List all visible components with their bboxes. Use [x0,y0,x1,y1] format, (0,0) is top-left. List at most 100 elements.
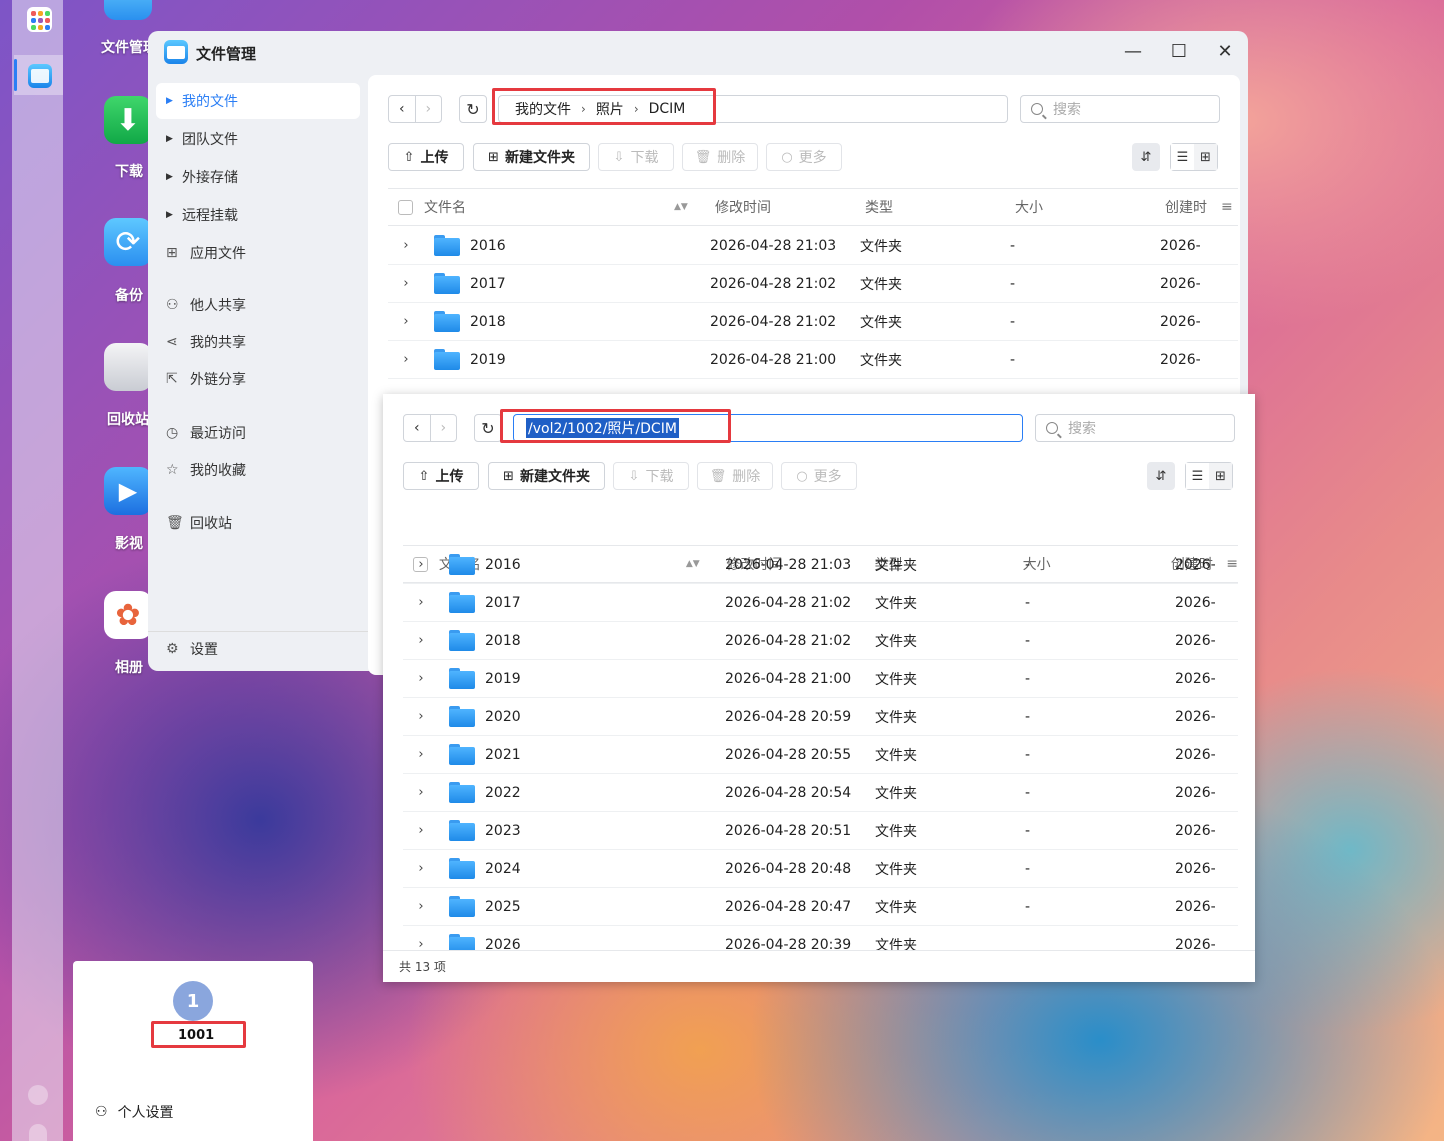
download-button[interactable]: ⇩ 下载 [613,462,689,490]
chevron-right-icon[interactable]: › [415,937,427,950]
avatar[interactable]: 1 [173,981,213,1021]
column-size[interactable]: 大小 [1015,197,1165,217]
notification-bell-icon[interactable] [29,1124,47,1141]
table-row[interactable]: › 2016 2026-04-28 21:03 文件夹 - 2026-( [388,227,1238,265]
sort-button[interactable]: ⇵ [1132,143,1160,171]
dock-widget-icon[interactable] [28,1085,48,1105]
delete-button[interactable]: 🗑 删除 [697,462,773,490]
chevron-right-icon[interactable]: › [415,785,427,800]
sidebar-item-external-storage[interactable]: ▶ 外接存储 [156,159,360,195]
app-launcher-icon[interactable] [27,7,52,32]
chevron-right-icon[interactable]: › [400,276,412,291]
refresh-button[interactable]: ↻ [474,414,502,442]
sidebar-item-recent[interactable]: ◷ 最近访问 [156,415,360,451]
recycle-bin-desktop-icon[interactable] [104,343,152,391]
folder-plus-icon: ⊞ [488,149,499,165]
chevron-right-icon[interactable]: › [415,899,427,914]
cell-type: 文件夹 [875,633,917,650]
chevron-right-icon[interactable]: › [415,633,427,648]
back-button[interactable]: ‹ [389,96,415,122]
sort-arrows-icon[interactable]: ▲▼ [674,202,714,212]
cell-created: 2026-( [1160,313,1200,330]
table-row[interactable]: › 2025 2026-04-28 20:47 文件夹 - 2026-( [403,888,1238,926]
chevron-right-icon[interactable]: › [415,709,427,724]
column-modified[interactable]: 修改时间 [715,197,865,217]
table-row[interactable]: › 2019 2026-04-28 21:00 文件夹 - 2026-( [403,660,1238,698]
chevron-right-icon[interactable]: › [400,352,412,367]
upload-button[interactable]: ⇧ 上传 [403,462,479,490]
search-input[interactable]: 搜索 [1020,95,1220,123]
forward-button[interactable]: › [414,96,442,122]
grid-view-icon[interactable]: ⊞ [1194,144,1217,170]
table-row[interactable]: › 2018 2026-04-28 21:02 文件夹 - 2026-( [388,303,1238,341]
refresh-button[interactable]: ↻ [459,95,487,123]
cell-name: 2017 [470,275,506,292]
cell-size: - [1025,822,1031,839]
back-button[interactable]: ‹ [404,415,430,441]
table-row[interactable]: › 2017 2026-04-28 21:02 文件夹 - 2026-( [403,584,1238,622]
table-row[interactable]: › 2023 2026-04-28 20:51 文件夹 - 2026-( [403,812,1238,850]
table-row[interactable]: › 2019 2026-04-28 21:00 文件夹 - 2026-( [388,341,1238,379]
video-desktop-icon[interactable]: ▶ [104,467,152,515]
sidebar-item-remote-mount[interactable]: ▶ 远程挂载 [156,197,360,233]
column-name[interactable]: 文件名 [424,197,674,217]
column-type[interactable]: 类型 [865,197,1015,217]
maximize-button[interactable]: ☐ [1169,42,1189,62]
search-input[interactable]: 搜索 [1035,414,1235,442]
cell-size: - [1025,784,1031,801]
select-all-checkbox[interactable] [398,199,413,215]
download-desktop-icon[interactable]: ⬇ [104,96,152,144]
folder-icon [449,782,475,803]
chevron-right-icon[interactable]: › [400,238,412,253]
cell-name: 2019 [470,351,506,368]
sidebar-item-recycle-bin[interactable]: 🗑 回收站 [156,505,360,541]
table-row[interactable]: › 2020 2026-04-28 20:59 文件夹 - 2026-( [403,698,1238,736]
table-row[interactable]: › 2018 2026-04-28 21:02 文件夹 - 2026-( [403,622,1238,660]
sidebar-item-team-files[interactable]: ▶ 团队文件 [156,121,360,157]
table-row[interactable]: › 2024 2026-04-28 20:48 文件夹 - 2026-( [403,850,1238,888]
sidebar-item-my-shares[interactable]: ⋖ 我的共享 [156,324,360,360]
sidebar-item-favorites[interactable]: ☆ 我的收藏 [156,452,360,488]
list-view-icon[interactable]: ☰ [1186,463,1209,489]
column-created[interactable]: 创建时 [1165,197,1213,217]
new-folder-button[interactable]: ⊞ 新建文件夹 [473,143,590,171]
download-button[interactable]: ⇩ 下载 [598,143,674,171]
sidebar-settings[interactable]: ⚙ 设置 [156,631,360,667]
table-row[interactable]: › 2022 2026-04-28 20:54 文件夹 - 2026-( [403,774,1238,812]
sidebar-item-app-files[interactable]: ⊞ 应用文件 [156,235,360,271]
trash-icon: 🗑 [694,149,712,165]
new-folder-button[interactable]: ⊞ 新建文件夹 [488,462,605,490]
personal-settings-item[interactable]: ⚇ 个人设置 [95,1102,174,1122]
chevron-right-icon[interactable]: › [415,557,427,572]
table-row[interactable]: › 2026 2026-04-28 20:39 文件夹 2026-( [403,926,1238,950]
file-manager-dock-icon[interactable] [28,64,52,88]
chevron-right-icon[interactable]: › [415,595,427,610]
table-row[interactable]: › 2016 2026-04-28 21:03 文件夹 - 2026-( [403,546,1238,584]
more-button[interactable]: ○ 更多 [766,143,842,171]
list-view-icon[interactable]: ☰ [1171,144,1194,170]
grid-view-icon[interactable]: ⊞ [1209,463,1232,489]
sidebar-item-my-files[interactable]: ▶ 我的文件 [156,83,360,119]
close-button[interactable]: ✕ [1215,42,1235,62]
chevron-right-icon[interactable]: › [400,314,412,329]
cell-type: 文件夹 [875,937,917,951]
delete-button[interactable]: 🗑 删除 [682,143,758,171]
forward-button[interactable]: › [429,415,457,441]
cell-name: 2019 [485,670,521,687]
file-manager-desktop-icon[interactable] [104,0,152,20]
chevron-right-icon[interactable]: › [415,823,427,838]
sidebar-item-link-shares[interactable]: ⇱ 外链分享 [156,361,360,397]
column-settings-icon[interactable]: ≡ [1221,199,1233,215]
upload-button[interactable]: ⇧ 上传 [388,143,464,171]
chevron-right-icon[interactable]: › [415,747,427,762]
chevron-right-icon[interactable]: › [415,861,427,876]
table-row[interactable]: › 2021 2026-04-28 20:55 文件夹 - 2026-( [403,736,1238,774]
sort-button[interactable]: ⇵ [1147,462,1175,490]
more-button[interactable]: ○ 更多 [781,462,857,490]
backup-desktop-icon[interactable]: ⟳ [104,218,152,266]
photos-desktop-icon[interactable]: ✿ [104,591,152,639]
sidebar-item-shared-with-me[interactable]: ⚇ 他人共享 [156,287,360,323]
chevron-right-icon[interactable]: › [415,671,427,686]
minimize-button[interactable]: — [1123,42,1143,62]
table-row[interactable]: › 2017 2026-04-28 21:02 文件夹 - 2026-( [388,265,1238,303]
